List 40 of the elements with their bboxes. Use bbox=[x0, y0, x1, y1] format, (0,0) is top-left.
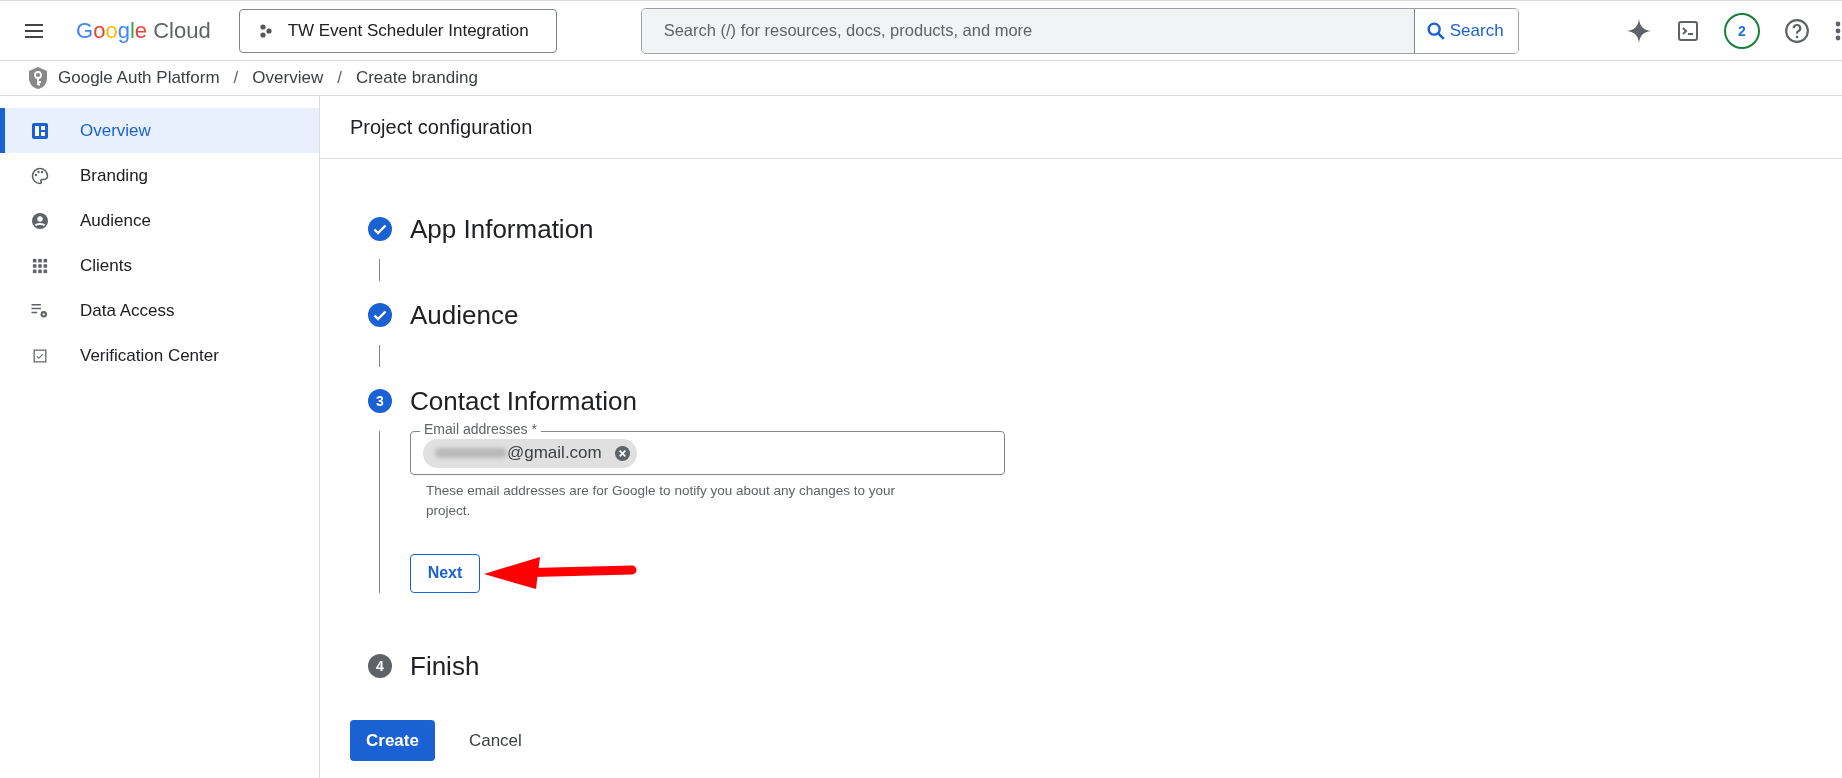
breadcrumb-link[interactable]: Create branding bbox=[355, 68, 478, 88]
breadcrumb-separator: / bbox=[233, 68, 239, 88]
helper-text: These email addresses are for Google to notify you about any changes to your project. bbox=[426, 482, 897, 520]
create-button[interactable]: Create bbox=[350, 720, 435, 761]
sidebar-item[interactable]: Data Access bbox=[0, 288, 319, 333]
dashboard-icon bbox=[30, 121, 50, 140]
palette-icon bbox=[30, 166, 50, 185]
notification-count[interactable]: 2 bbox=[1724, 12, 1760, 49]
help-icon[interactable] bbox=[1784, 17, 1810, 44]
person-icon bbox=[30, 211, 50, 230]
sidebar-item[interactable]: Overview bbox=[0, 108, 319, 153]
sidebar-item[interactable]: Verification Center bbox=[0, 333, 319, 378]
hexagons-icon bbox=[257, 22, 274, 39]
shield-key-icon bbox=[28, 66, 48, 90]
step-title: App Information bbox=[410, 213, 594, 245]
sidebar-item[interactable]: Audience bbox=[0, 198, 319, 243]
step-title: Contact Information bbox=[410, 385, 637, 417]
page-title: Project configuration bbox=[320, 96, 1842, 159]
step-number: 3 bbox=[368, 389, 392, 413]
breadcrumb-separator: / bbox=[337, 68, 342, 88]
redaction-blur bbox=[435, 448, 507, 458]
remove-icon[interactable] bbox=[613, 444, 631, 462]
step-title: Audience bbox=[410, 299, 519, 331]
field-label: Email addresses * bbox=[420, 421, 541, 437]
sidebar-item[interactable]: Branding bbox=[0, 153, 319, 198]
check-circle-icon bbox=[368, 217, 392, 241]
next-button[interactable]: Next bbox=[410, 553, 480, 593]
check-circle-icon bbox=[368, 303, 392, 327]
terminal-icon[interactable] bbox=[1676, 18, 1700, 43]
google-cloud-logo[interactable]: Google Cloud bbox=[76, 17, 211, 44]
sidebar-item[interactable]: Clients bbox=[0, 243, 319, 288]
project-picker[interactable]: TW Event Scheduler Integration bbox=[238, 8, 557, 53]
email-chip: @gmail.com bbox=[423, 438, 637, 468]
step-title: Finish bbox=[410, 650, 480, 682]
list-gear-icon bbox=[30, 302, 50, 319]
grid-icon bbox=[30, 257, 50, 274]
breadcrumb-link[interactable]: Overview bbox=[252, 68, 324, 88]
step-number: 4 bbox=[368, 654, 392, 678]
cancel-button[interactable]: Cancel bbox=[458, 730, 532, 751]
breadcrumb-link[interactable]: Google Auth Platform bbox=[58, 68, 220, 88]
